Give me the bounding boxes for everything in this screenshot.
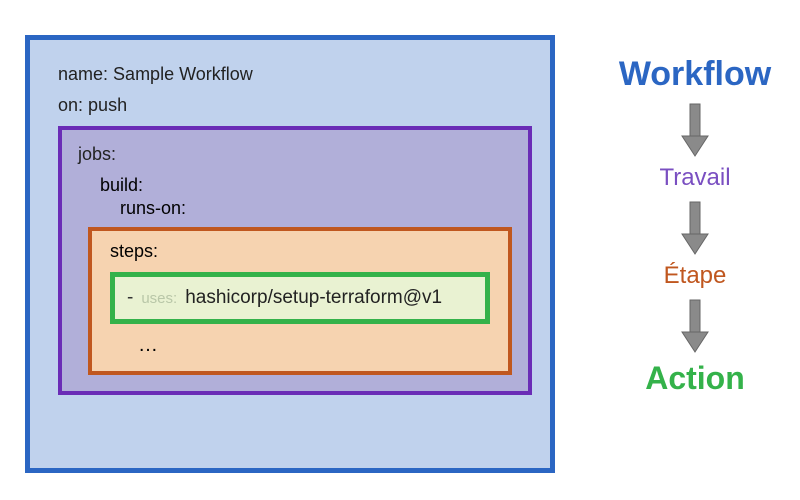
jobs-box: jobs: build: runs-on: steps: - uses: has… xyxy=(58,126,532,395)
steps-box: steps: - uses: hashicorp/setup-terraform… xyxy=(88,227,512,375)
yaml-runs-on-label: runs-on: xyxy=(120,198,512,219)
yaml-dash: - xyxy=(127,287,133,309)
action-box: - uses: hashicorp/setup-terraform@v1 xyxy=(110,272,490,324)
down-arrow-icon xyxy=(680,102,710,158)
legend-job: Travail xyxy=(590,164,800,192)
workflow-box: name: Sample Workflow on: push jobs: bui… xyxy=(25,35,555,473)
yaml-build-label: build: xyxy=(100,175,512,196)
legend-action: Action xyxy=(590,360,800,397)
legend-column: Workflow Travail Étape Action xyxy=(590,55,800,397)
yaml-on-value: push xyxy=(88,95,127,115)
yaml-ellipsis: … xyxy=(138,334,490,357)
down-arrow-icon xyxy=(680,298,710,354)
legend-workflow: Workflow xyxy=(590,55,800,94)
yaml-jobs-label: jobs: xyxy=(78,144,512,165)
yaml-name-value: Sample Workflow xyxy=(113,64,253,84)
legend-step: Étape xyxy=(590,262,800,290)
down-arrow-icon xyxy=(680,200,710,256)
yaml-action-ref: hashicorp/setup-terraform@v1 xyxy=(185,287,442,309)
yaml-uses-key: uses: xyxy=(141,290,177,307)
yaml-on-key: on: xyxy=(58,95,83,115)
yaml-name-line: name: Sample Workflow xyxy=(58,64,532,85)
yaml-steps-label: steps: xyxy=(110,241,490,262)
yaml-name-key: name: xyxy=(58,64,108,84)
yaml-on-line: on: push xyxy=(58,95,532,116)
